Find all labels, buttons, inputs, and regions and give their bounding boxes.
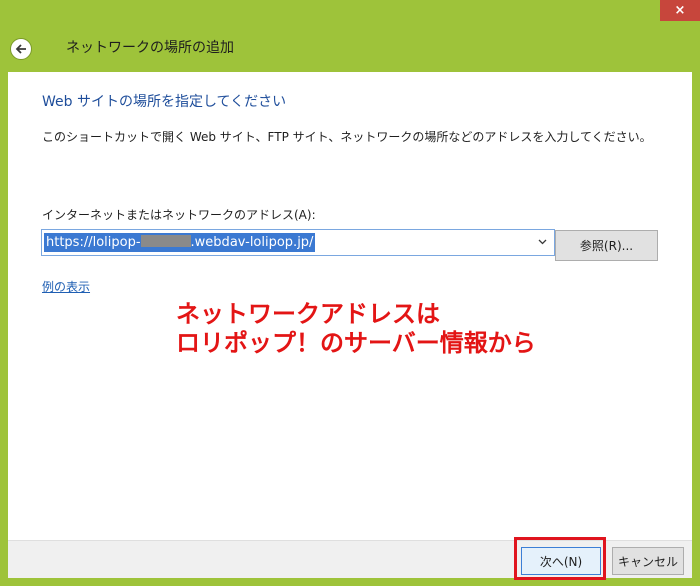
close-icon: × bbox=[674, 3, 686, 18]
address-input-value[interactable]: https://lolipop- .webdav-lolipop.jp/ bbox=[44, 233, 316, 252]
back-button[interactable] bbox=[10, 38, 32, 60]
example-link[interactable]: 例の表示 bbox=[42, 278, 90, 295]
window-title: ネットワークの場所の追加 bbox=[66, 40, 234, 56]
close-button[interactable]: × bbox=[660, 0, 700, 21]
redacted-block bbox=[140, 235, 191, 247]
cancel-button[interactable]: キャンセル bbox=[612, 547, 684, 575]
browse-button[interactable]: 参照(R)... bbox=[555, 230, 658, 261]
address-combobox[interactable]: https://lolipop- .webdav-lolipop.jp/ bbox=[41, 229, 555, 256]
dropdown-button[interactable] bbox=[536, 236, 548, 248]
address-value-prefix: https://lolipop- bbox=[46, 235, 141, 250]
back-arrow-icon bbox=[15, 44, 26, 54]
dialog-description: このショートカットで開く Web サイト、FTP サイト、ネットワークの場所など… bbox=[42, 130, 652, 144]
address-value-suffix: .webdav-lolipop.jp/ bbox=[190, 235, 314, 250]
annotation-text: ネットワークアドレスは ロリポップ！のサーバー情報から bbox=[176, 300, 536, 358]
next-button[interactable]: 次へ(N) bbox=[521, 547, 601, 575]
annotation-line-1: ネットワークアドレスは bbox=[176, 300, 440, 328]
title-bar: × ネットワークの場所の追加 bbox=[0, 0, 700, 72]
chevron-down-icon bbox=[538, 239, 546, 245]
annotation-line-2: ロリポップ！のサーバー情報から bbox=[176, 329, 536, 357]
dialog-heading: Web サイトの場所を指定してください bbox=[42, 94, 287, 110]
address-label: インターネットまたはネットワークのアドレス(A): bbox=[42, 208, 316, 222]
dialog-content: Web サイトの場所を指定してください このショートカットで開く Web サイト… bbox=[8, 72, 692, 540]
